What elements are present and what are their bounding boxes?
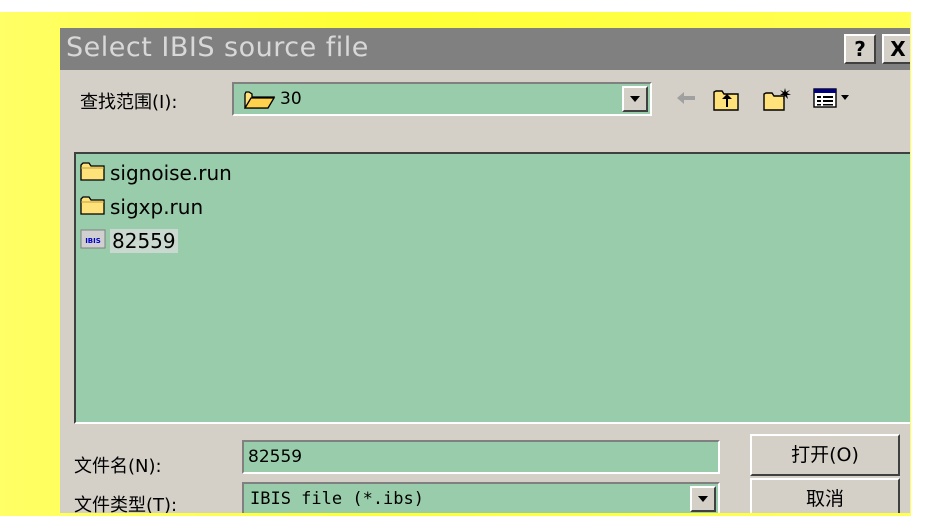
look-in-dropdown[interactable]: 30 [232, 82, 652, 116]
list-item[interactable]: sigxp.run [80, 192, 203, 222]
file-name: 82559 [110, 229, 178, 253]
white-border-right [911, 0, 933, 524]
cancel-button[interactable]: 取消 [750, 478, 900, 513]
look-in-dropdown-arrow[interactable] [622, 86, 648, 112]
open-folder-icon [243, 90, 276, 114]
file-name: signoise.run [110, 161, 232, 185]
close-button[interactable]: X [882, 34, 910, 64]
back-arrow-icon[interactable] [674, 86, 698, 114]
ibis-icon-text: IBIS [85, 237, 101, 245]
new-folder-icon[interactable] [762, 86, 792, 116]
title-bar[interactable]: Select IBIS source file ? X [60, 28, 910, 70]
dialog-title: Select IBIS source file [66, 32, 369, 63]
look-in-label: 查找范围(I): [80, 92, 178, 113]
open-button[interactable]: 打开(O) [750, 434, 900, 476]
chevron-down-icon [630, 96, 640, 102]
file-name-label: 文件名(N): [74, 456, 162, 477]
white-border-top [0, 0, 933, 12]
file-type-label: 文件类型(T): [74, 495, 178, 513]
look-in-value: 30 [280, 89, 302, 109]
help-button[interactable]: ? [844, 34, 876, 64]
list-item[interactable]: signoise.run [80, 158, 232, 188]
file-type-dropdown[interactable]: IBIS file (*.ibs) [242, 482, 720, 513]
file-type-value: IBIS file (*.ibs) [250, 489, 424, 509]
up-one-level-icon[interactable] [712, 86, 740, 116]
chevron-down-icon [698, 496, 708, 502]
file-dialog: Select IBIS source file ? X 查找范围(I): 30 [60, 28, 910, 513]
ibis-file-icon: IBIS [80, 228, 106, 254]
folder-icon [80, 160, 106, 186]
list-item[interactable]: IBIS 82559 [80, 226, 178, 256]
file-name-field[interactable] [242, 440, 720, 474]
white-border-bottom [0, 516, 933, 524]
folder-icon [80, 194, 106, 220]
file-type-dropdown-arrow[interactable] [690, 486, 716, 512]
file-list[interactable]: signoise.run sigxp.run IBIS 82559 [74, 152, 910, 424]
view-menu-icon[interactable] [812, 86, 852, 114]
file-name: sigxp.run [110, 195, 204, 219]
